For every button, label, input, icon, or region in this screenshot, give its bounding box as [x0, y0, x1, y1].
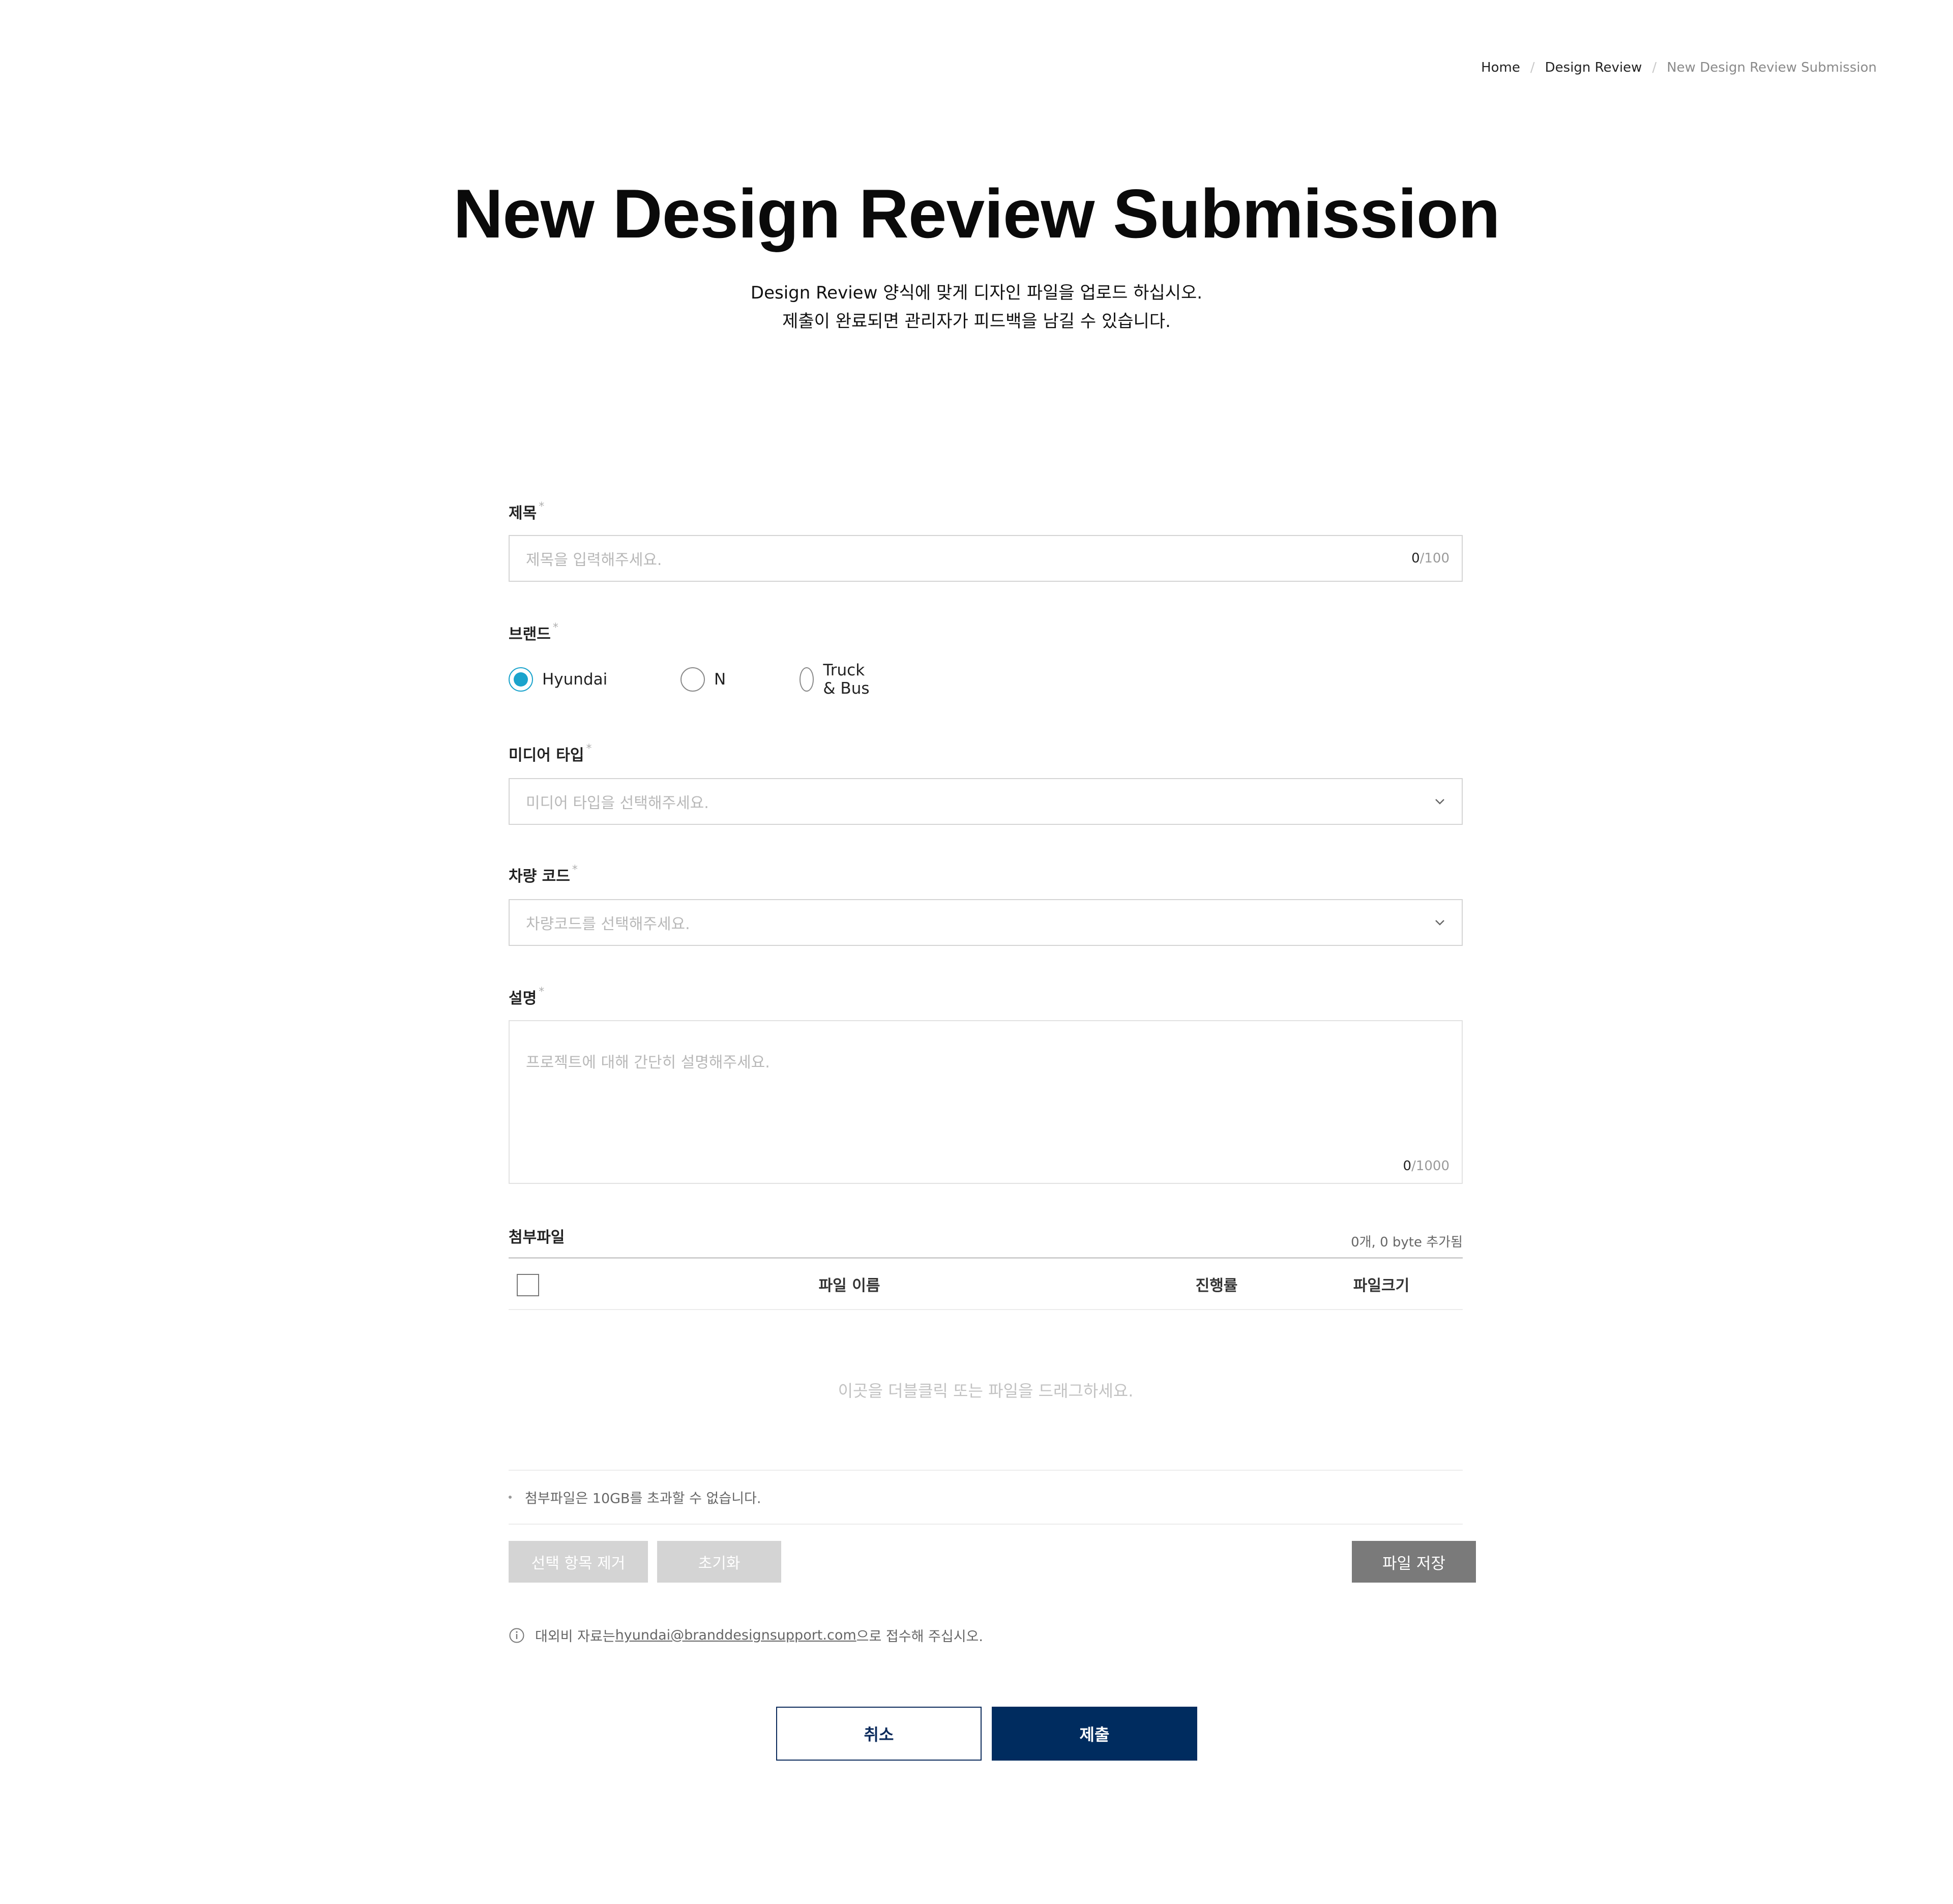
breadcrumb-current: New Design Review Submission — [1667, 60, 1877, 75]
save-file-button[interactable]: 파일 저장 — [1352, 1541, 1476, 1583]
vehicle-code-placeholder: 차량코드를 선택해주세요. — [526, 915, 690, 933]
description-textarea[interactable]: 프로젝트에 대해 간단히 설명해주세요. 0/1000 — [509, 1020, 1463, 1184]
vehicle-code-select[interactable]: 차량코드를 선택해주세요. — [509, 899, 1463, 946]
title-char-counter: 0/100 — [1411, 551, 1449, 566]
description-char-max: /1000 — [1411, 1158, 1449, 1174]
description-placeholder: 프로젝트에 대해 간단히 설명해주세요. — [526, 1054, 770, 1072]
description-char-count: 0 — [1403, 1158, 1412, 1174]
description-label: 설명 * — [509, 986, 544, 1008]
required-mark: * — [552, 621, 558, 634]
select-all-checkbox[interactable] — [517, 1274, 539, 1296]
brand-label: 브랜드 * — [509, 621, 558, 644]
vehicle-code-label: 차량 코드 * — [509, 864, 578, 886]
info-icon — [509, 1628, 524, 1643]
breadcrumb-separator: / — [1652, 60, 1657, 75]
breadcrumb-design-review[interactable]: Design Review — [1545, 60, 1642, 75]
breadcrumb-separator: / — [1530, 60, 1535, 75]
radio-circle-checked[interactable] — [509, 667, 533, 692]
support-email-link[interactable]: hyundai@branddesignsupport.com — [615, 1627, 856, 1643]
required-mark: * — [572, 864, 578, 876]
media-type-label: 미디어 타입 * — [509, 742, 591, 765]
brand-radio-n[interactable]: N — [680, 665, 726, 694]
info-text-after: 으로 접수해 주십시오. — [856, 1629, 983, 1645]
radio-circle[interactable] — [800, 667, 814, 692]
dropzone-hint: 이곳을 더블클릭 또는 파일을 드래그하세요. — [838, 1381, 1134, 1401]
attachments-label: 첨부파일 — [509, 1229, 565, 1246]
attachments-summary: 0개, 0 byte 추가됨 — [1351, 1235, 1463, 1250]
cancel-button[interactable]: 취소 — [776, 1707, 982, 1761]
attachments-table-header: 파일 이름 진행률 파일크기 — [509, 1257, 1463, 1310]
title-char-max: /100 — [1419, 551, 1449, 566]
remove-selected-button[interactable]: 선택 항목 제거 — [509, 1541, 648, 1583]
media-type-label-text: 미디어 타입 — [509, 747, 584, 764]
attachment-limit-notice: 첨부파일은 10GB를 초과할 수 없습니다. — [525, 1491, 761, 1507]
bullet-dot — [509, 1496, 512, 1499]
brand-label-text: 브랜드 — [509, 626, 551, 643]
title-label-text: 제목 — [509, 504, 537, 522]
vehicle-code-label-text: 차량 코드 — [509, 868, 570, 885]
required-mark: * — [539, 986, 545, 998]
chevron-down-icon — [1435, 920, 1444, 926]
info-text-before: 대외비 자료는 — [535, 1629, 615, 1645]
brand-radio-hyundai[interactable]: Hyundai — [509, 665, 607, 694]
attachment-notice: 첨부파일은 10GB를 초과할 수 없습니다. — [509, 1471, 1463, 1525]
column-file-name: 파일 이름 — [818, 1276, 880, 1295]
title-label: 제목 * — [509, 500, 544, 523]
file-dropzone[interactable]: 이곳을 더블클릭 또는 파일을 드래그하세요. — [509, 1310, 1463, 1471]
breadcrumb: Home / Design Review / New Design Review… — [1481, 60, 1877, 75]
column-progress: 진행률 — [1195, 1276, 1238, 1295]
submit-button[interactable]: 제출 — [992, 1707, 1197, 1761]
column-file-size: 파일크기 — [1353, 1276, 1410, 1295]
required-mark: * — [539, 500, 545, 513]
radio-circle[interactable] — [680, 667, 705, 692]
reset-button[interactable]: 초기화 — [657, 1541, 781, 1583]
title-placeholder: 제목을 입력해주세요. — [526, 551, 662, 569]
description-char-counter: 0/1000 — [1403, 1158, 1449, 1174]
brand-option-label: Truck & Bus — [823, 661, 870, 698]
chevron-down-icon — [1435, 799, 1444, 805]
submission-form: 제목 * 제목을 입력해주세요. 0/100 브랜드 * Hyundai N Tru… — [509, 0, 1476, 1904]
media-type-placeholder: 미디어 타입을 선택해주세요. — [526, 794, 709, 812]
breadcrumb-home[interactable]: Home — [1481, 60, 1520, 75]
brand-option-label: N — [714, 670, 726, 689]
required-mark: * — [586, 742, 592, 755]
media-type-select[interactable]: 미디어 타입을 선택해주세요. — [509, 778, 1463, 825]
confidential-info: 대외비 자료는 hyundai@branddesignsupport.com 으로… — [509, 1625, 983, 1645]
title-char-count: 0 — [1411, 551, 1420, 566]
brand-radio-truck-bus[interactable]: Truck & Bus — [800, 661, 875, 698]
brand-option-label: Hyundai — [542, 670, 608, 689]
title-input[interactable]: 제목을 입력해주세요. 0/100 — [509, 535, 1463, 582]
description-label-text: 설명 — [509, 990, 537, 1007]
